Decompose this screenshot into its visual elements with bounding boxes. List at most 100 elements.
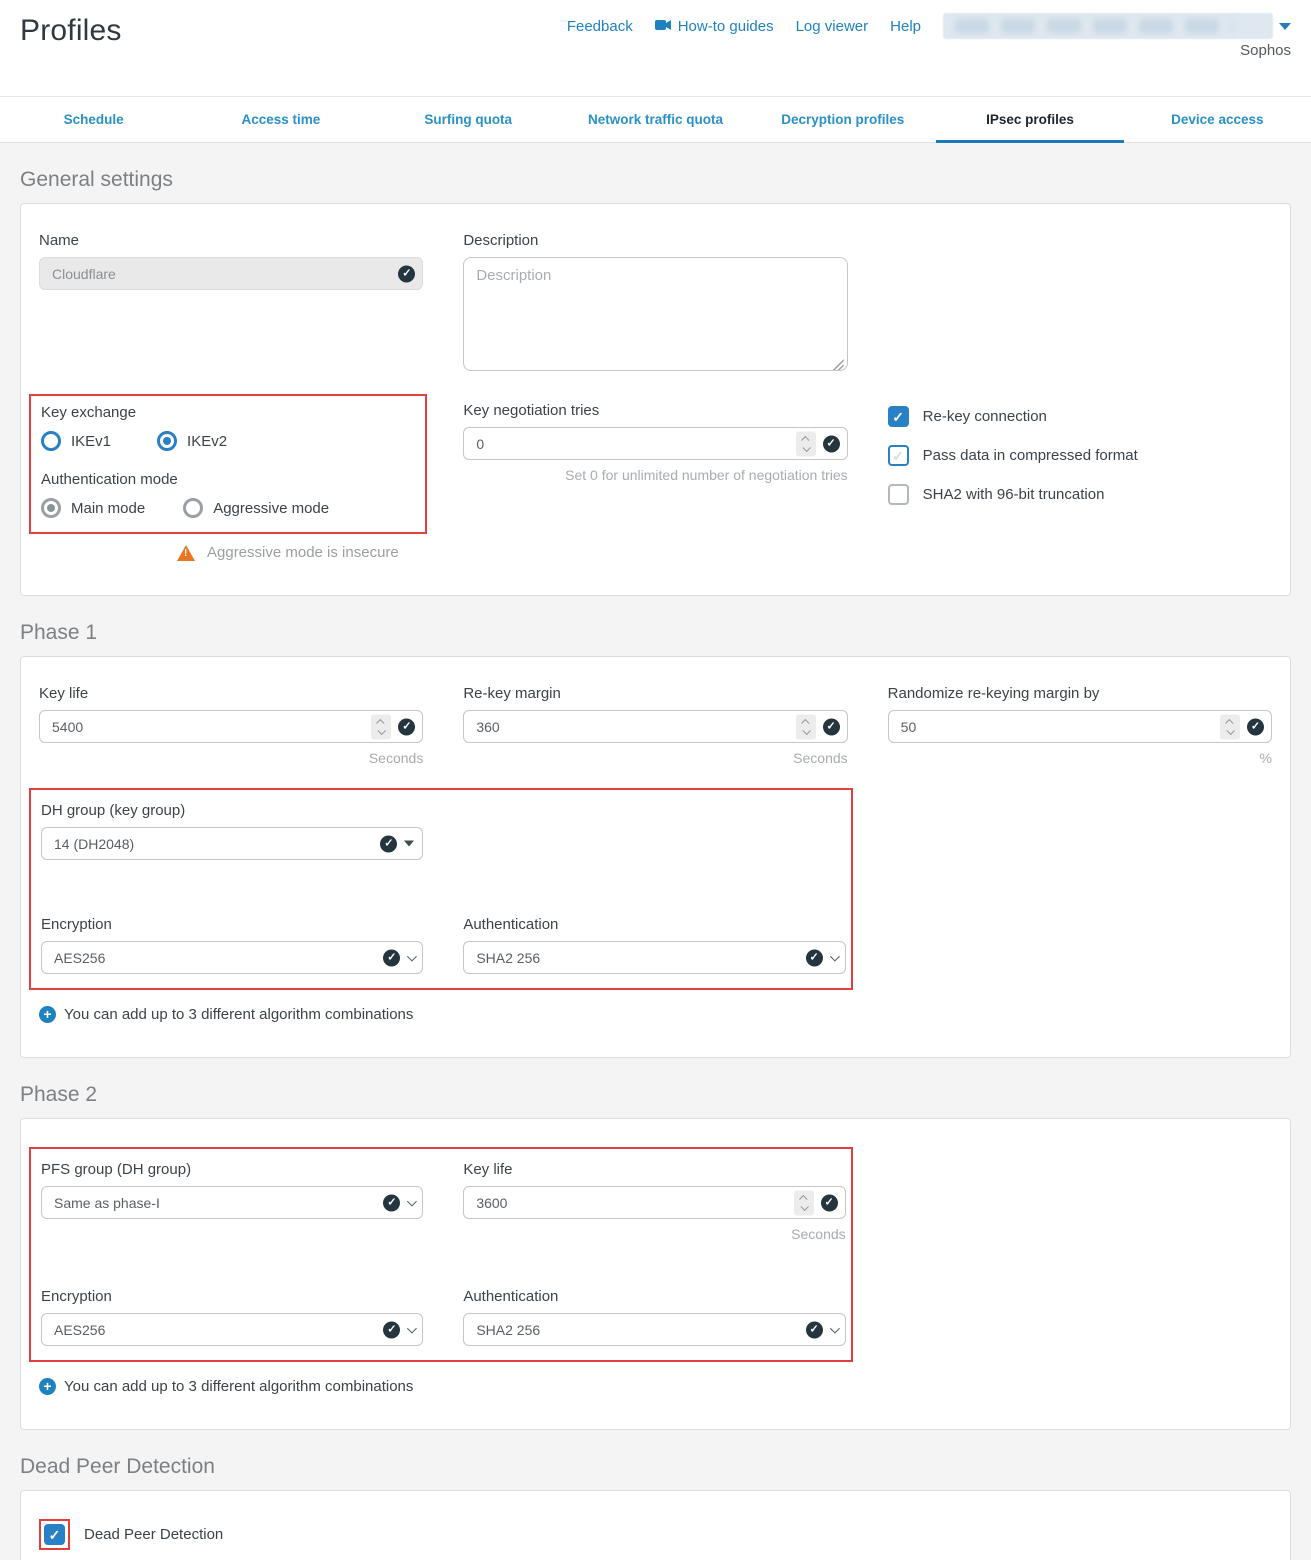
caret-down-icon [1279, 23, 1291, 30]
p1-encryption-icons [383, 949, 414, 966]
general-settings-card: Name Description [20, 203, 1291, 596]
check-circle-icon [398, 718, 415, 735]
p2-authentication-value: SHA2 256 [476, 1322, 540, 1338]
phase1-heading: Phase 1 [20, 621, 1291, 645]
p1-randomize-input[interactable] [888, 710, 1272, 743]
tab-network-traffic-quota[interactable]: Network traffic quota [562, 97, 749, 142]
key-negotiation-input[interactable] [463, 427, 847, 460]
stepper-icon[interactable] [794, 1190, 814, 1215]
tab-device-access[interactable]: Device access [1124, 97, 1311, 142]
check-circle-icon [398, 265, 415, 282]
p1-rekey-margin-label: Re-key margin [463, 685, 847, 702]
check-circle-icon [383, 1321, 400, 1338]
sha2-truncation-checkbox[interactable] [888, 484, 909, 505]
chevron-down-icon [830, 1323, 840, 1333]
tab-surfing-quota[interactable]: Surfing quota [375, 97, 562, 142]
rekey-connection-checkbox[interactable] [888, 406, 909, 427]
phase1-card: Key life Seconds Re-key margin [20, 656, 1291, 1058]
p2-authentication-field: Authentication SHA2 256 [463, 1288, 845, 1346]
add-icon[interactable] [39, 1378, 56, 1395]
tab-access-time[interactable]: Access time [187, 97, 374, 142]
p1-rekey-margin-icons [796, 714, 840, 739]
aggressive-mode-label: Aggressive mode [213, 500, 329, 517]
stepper-icon[interactable] [796, 714, 816, 739]
stepper-icon[interactable] [1220, 714, 1240, 739]
check-circle-icon [821, 1194, 838, 1211]
check-circle-icon [806, 949, 823, 966]
stepper-icon[interactable] [371, 714, 391, 739]
p2-encryption-select[interactable]: AES256 [41, 1313, 423, 1346]
p1-dh-group-field: DH group (key group) 14 (DH2048) [41, 802, 423, 860]
p2-key-life-unit: Seconds [463, 1226, 845, 1242]
general-checkboxes: Re-key connection Pass data in compresse… [888, 402, 1272, 561]
p1-dh-group-select[interactable]: 14 (DH2048) [41, 827, 423, 860]
p1-algorithms-annotation-box: DH group (key group) 14 (DH2048) [29, 788, 853, 990]
p1-rekey-margin-input[interactable] [463, 710, 847, 743]
aggressive-warning-text: Aggressive mode is insecure [207, 544, 399, 561]
compressed-format-checkbox[interactable] [888, 445, 909, 466]
log-viewer-link[interactable]: Log viewer [796, 18, 869, 35]
check-circle-icon [380, 835, 397, 852]
aggressive-warning-row: Aggressive mode is insecure [177, 544, 423, 561]
p1-key-life-input[interactable] [39, 710, 423, 743]
p1-randomize-label: Randomize re-keying margin by [888, 685, 1272, 702]
p2-add-note: You can add up to 3 different algorithm … [39, 1378, 1272, 1395]
p1-key-life-icons [371, 714, 415, 739]
sha2-truncation-row: SHA2 with 96-bit truncation [888, 484, 1272, 505]
p1-encryption-select[interactable]: AES256 [41, 941, 423, 974]
p1-rekey-margin-field: Re-key margin Seconds [463, 685, 847, 766]
page-header: Profiles Feedback How-to guides Log view… [0, 0, 1311, 96]
stepper-icon[interactable] [796, 431, 816, 456]
name-input[interactable] [39, 257, 423, 290]
check-circle-icon [1247, 718, 1264, 735]
key-exchange-column: Key exchange IKEv1 IKEv2 Authentication … [39, 402, 423, 561]
auth-mode-radios: Main mode Aggressive mode [41, 498, 415, 518]
tab-decryption-profiles[interactable]: Decryption profiles [749, 97, 936, 142]
p2-authentication-select[interactable]: SHA2 256 [463, 1313, 845, 1346]
ikev1-radio[interactable] [41, 431, 61, 451]
feedback-link[interactable]: Feedback [567, 18, 633, 35]
account-selector[interactable] [943, 13, 1291, 39]
help-link[interactable]: Help [890, 18, 921, 35]
name-icons [398, 265, 415, 282]
sha2-truncation-label: SHA2 with 96-bit truncation [923, 486, 1105, 503]
p1-key-life-unit: Seconds [39, 750, 423, 766]
ikev2-radio[interactable] [157, 431, 177, 451]
p1-randomize-unit: % [888, 750, 1272, 766]
p1-authentication-icons [806, 949, 837, 966]
p2-pfs-value: Same as phase-I [54, 1195, 160, 1211]
dpd-heading: Dead Peer Detection [20, 1455, 1291, 1479]
p1-add-note-text: You can add up to 3 different algorithm … [64, 1006, 413, 1023]
p2-pfs-field: PFS group (DH group) Same as phase-I [41, 1161, 423, 1242]
howto-guides-link[interactable]: How-to guides [655, 18, 774, 35]
check-circle-icon [806, 1321, 823, 1338]
dpd-checkbox[interactable] [44, 1524, 65, 1545]
howto-guides-label: How-to guides [678, 18, 774, 35]
p1-encryption-label: Encryption [41, 916, 423, 933]
rekey-connection-row: Re-key connection [888, 406, 1272, 427]
tab-bar: Schedule Access time Surfing quota Netwo… [0, 96, 1311, 143]
p2-key-life-input[interactable] [463, 1186, 845, 1219]
p1-dh-group-label: DH group (key group) [41, 802, 423, 819]
p2-pfs-icons [383, 1194, 414, 1211]
description-textarea[interactable] [463, 257, 847, 371]
tab-ipsec-profiles[interactable]: IPsec profiles [936, 97, 1123, 142]
warning-icon [177, 545, 195, 561]
account-name-redacted [943, 13, 1273, 39]
p2-authentication-label: Authentication [463, 1288, 845, 1305]
dpd-toggle-row: Dead Peer Detection [39, 1519, 1272, 1550]
p2-pfs-label: PFS group (DH group) [41, 1161, 423, 1178]
phase2-card: PFS group (DH group) Same as phase-I Key… [20, 1118, 1291, 1430]
p2-pfs-select[interactable]: Same as phase-I [41, 1186, 423, 1219]
ikev2-label: IKEv2 [187, 433, 227, 450]
name-field: Name [39, 232, 423, 376]
caret-down-icon [404, 841, 414, 847]
chevron-down-icon [407, 951, 417, 961]
main-mode-radio[interactable] [41, 498, 61, 518]
key-exchange-annotation-box: Key exchange IKEv1 IKEv2 Authentication … [29, 394, 427, 534]
aggressive-mode-radio[interactable] [183, 498, 203, 518]
tab-schedule[interactable]: Schedule [0, 97, 187, 142]
add-icon[interactable] [39, 1006, 56, 1023]
p1-authentication-label: Authentication [463, 916, 845, 933]
p1-authentication-select[interactable]: SHA2 256 [463, 941, 845, 974]
